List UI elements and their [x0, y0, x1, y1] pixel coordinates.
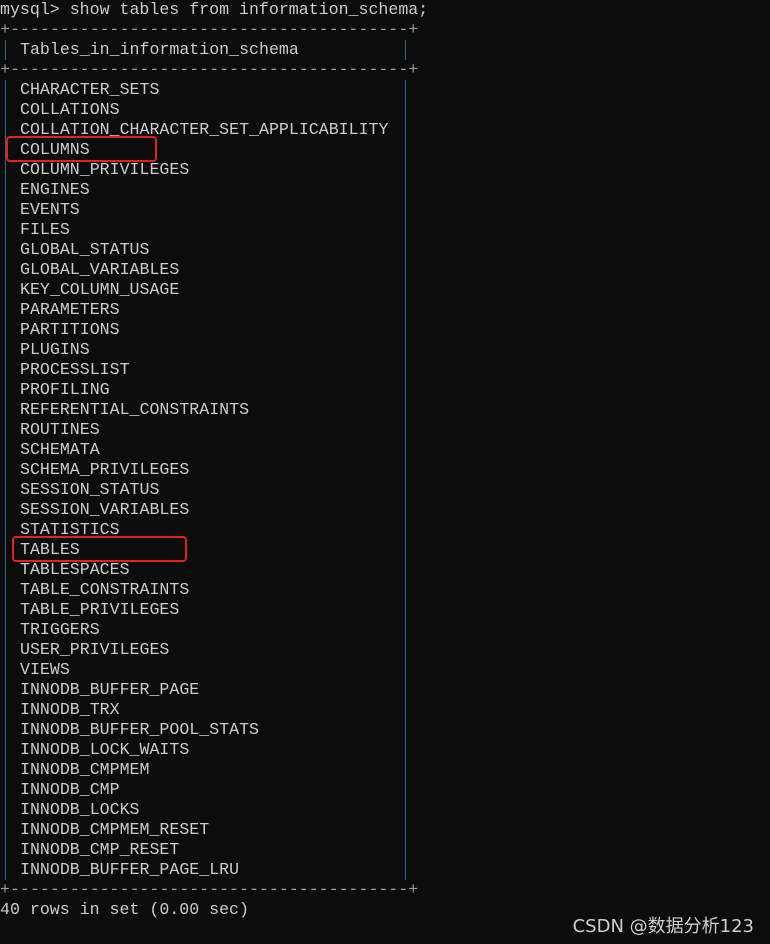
- table-cell: INNODB_CMP: [20, 780, 120, 799]
- table-row: COLLATIONS: [0, 100, 420, 120]
- table-cell: VIEWS: [20, 660, 70, 679]
- highlight-box-tables: [12, 536, 187, 562]
- table-cell: FILES: [20, 220, 70, 239]
- table-cell: ENGINES: [20, 180, 90, 199]
- table-row: INNODB_LOCK_WAITS: [0, 740, 420, 760]
- table-cell: REFERENTIAL_CONSTRAINTS: [20, 400, 250, 419]
- result-summary: 40 rows in set (0.00 sec): [0, 900, 249, 919]
- table-row: GLOBAL_VARIABLES: [0, 260, 420, 280]
- table-cell: INNODB_TRX: [20, 700, 120, 719]
- table-row: SESSION_VARIABLES: [0, 500, 420, 520]
- table-cell: CHARACTER_SETS: [20, 80, 160, 99]
- table-row: FILES: [0, 220, 420, 240]
- table-row: INNODB_TRX: [0, 700, 420, 720]
- table-row: TABLE_PRIVILEGES: [0, 600, 420, 620]
- table-border-bottom: +---------------------------------------…: [0, 880, 419, 899]
- table-border-top: +---------------------------------------…: [0, 20, 419, 39]
- table-cell: INNODB_CMPMEM: [20, 760, 150, 779]
- table-cell: PROFILING: [20, 380, 110, 399]
- table-row: INNODB_CMP_RESET: [0, 840, 420, 860]
- table-cell: PARAMETERS: [20, 300, 120, 319]
- table-cell: SCHEMA_PRIVILEGES: [20, 460, 190, 479]
- table-cell: SESSION_STATUS: [20, 480, 160, 499]
- table-row: SESSION_STATUS: [0, 480, 420, 500]
- table-row: PLUGINS: [0, 340, 420, 360]
- table-cell: INNODB_LOCK_WAITS: [20, 740, 190, 759]
- table-cell: GLOBAL_STATUS: [20, 240, 150, 259]
- command: show tables from information_schema;: [69, 0, 429, 19]
- table-cell: COLLATIONS: [20, 100, 120, 119]
- table-cell: INNODB_BUFFER_PAGE: [20, 680, 200, 699]
- table-row: INNODB_CMPMEM_RESET: [0, 820, 420, 840]
- table-cell: USER_PRIVILEGES: [20, 640, 170, 659]
- table-row: SCHEMA_PRIVILEGES: [0, 460, 420, 480]
- table-row: COLUMN_PRIVILEGES: [0, 160, 420, 180]
- table-cell: TABLE_PRIVILEGES: [20, 600, 180, 619]
- table-cell: INNODB_LOCKS: [20, 800, 140, 819]
- table-row: REFERENTIAL_CONSTRAINTS: [0, 400, 420, 420]
- table-row: KEY_COLUMN_USAGE: [0, 280, 420, 300]
- table-row: PROCESSLIST: [0, 360, 420, 380]
- table-row: INNODB_CMP: [0, 780, 420, 800]
- table-cell: EVENTS: [20, 200, 80, 219]
- table-row: PARAMETERS: [0, 300, 420, 320]
- table-cell: COLUMN_PRIVILEGES: [20, 160, 190, 179]
- table-cell: ROUTINES: [20, 420, 100, 439]
- table-row: VIEWS: [0, 660, 420, 680]
- table-cell: INNODB_BUFFER_PAGE_LRU: [20, 860, 240, 879]
- table-header-row: Tables_in_information_schema: [0, 40, 420, 60]
- prompt: mysql>: [0, 0, 60, 19]
- table-row: PARTITIONS: [0, 320, 420, 340]
- table-cell: GLOBAL_VARIABLES: [20, 260, 180, 279]
- table-row: SCHEMATA: [0, 440, 420, 460]
- table-cell: TABLESPACES: [20, 560, 130, 579]
- table-row: ENGINES: [0, 180, 420, 200]
- table-row: TABLESPACES: [0, 560, 420, 580]
- table-cell: INNODB_BUFFER_POOL_STATS: [20, 720, 259, 739]
- table-cell: PLUGINS: [20, 340, 90, 359]
- table-row: EVENTS: [0, 200, 420, 220]
- table-cell: PROCESSLIST: [20, 360, 130, 379]
- table-row: INNODB_BUFFER_POOL_STATS: [0, 720, 420, 740]
- table-row: ROUTINES: [0, 420, 420, 440]
- table-row: INNODB_LOCKS: [0, 800, 420, 820]
- table-row: CHARACTER_SETS: [0, 80, 420, 100]
- table-row: PROFILING: [0, 380, 420, 400]
- table-cell: SESSION_VARIABLES: [20, 500, 190, 519]
- table-cell: INNODB_CMP_RESET: [20, 840, 180, 859]
- table-row: GLOBAL_STATUS: [0, 240, 420, 260]
- table-row: USER_PRIVILEGES: [0, 640, 420, 660]
- command-line: mysql> show tables from information_sche…: [0, 0, 428, 20]
- table-row: INNODB_BUFFER_PAGE_LRU: [0, 860, 420, 880]
- table-border-header: +---------------------------------------…: [0, 60, 419, 79]
- column-header: Tables_in_information_schema: [20, 40, 299, 59]
- table-cell: TABLE_CONSTRAINTS: [20, 580, 190, 599]
- table-row: INNODB_CMPMEM: [0, 760, 420, 780]
- table-cell: PARTITIONS: [20, 320, 120, 339]
- table-row: INNODB_BUFFER_PAGE: [0, 680, 420, 700]
- highlight-box-columns: [6, 136, 157, 162]
- watermark: CSDN @数据分析123: [572, 916, 754, 937]
- table-cell: SCHEMATA: [20, 440, 100, 459]
- table-cell: INNODB_CMPMEM_RESET: [20, 820, 210, 839]
- table-cell: KEY_COLUMN_USAGE: [20, 280, 180, 299]
- table-row: TABLE_CONSTRAINTS: [0, 580, 420, 600]
- table-row: TRIGGERS: [0, 620, 420, 640]
- table-cell: TRIGGERS: [20, 620, 100, 639]
